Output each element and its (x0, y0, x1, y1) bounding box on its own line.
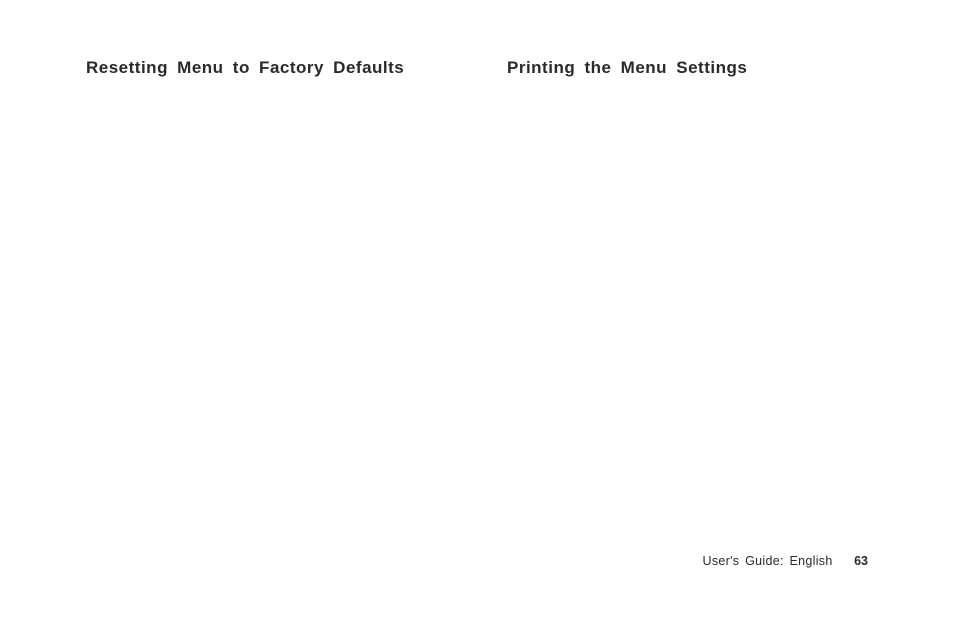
page-number: 63 (854, 554, 868, 568)
document-page: Resetting Menu to Factory Defaults Print… (0, 0, 954, 618)
two-column-layout: Resetting Menu to Factory Defaults Print… (86, 58, 868, 78)
left-column: Resetting Menu to Factory Defaults (86, 58, 447, 78)
right-column: Printing the Menu Settings (507, 58, 868, 78)
page-footer: User's Guide: English 63 (703, 554, 869, 568)
left-heading: Resetting Menu to Factory Defaults (86, 58, 447, 78)
right-heading: Printing the Menu Settings (507, 58, 868, 78)
footer-label: User's Guide: English (703, 554, 833, 568)
